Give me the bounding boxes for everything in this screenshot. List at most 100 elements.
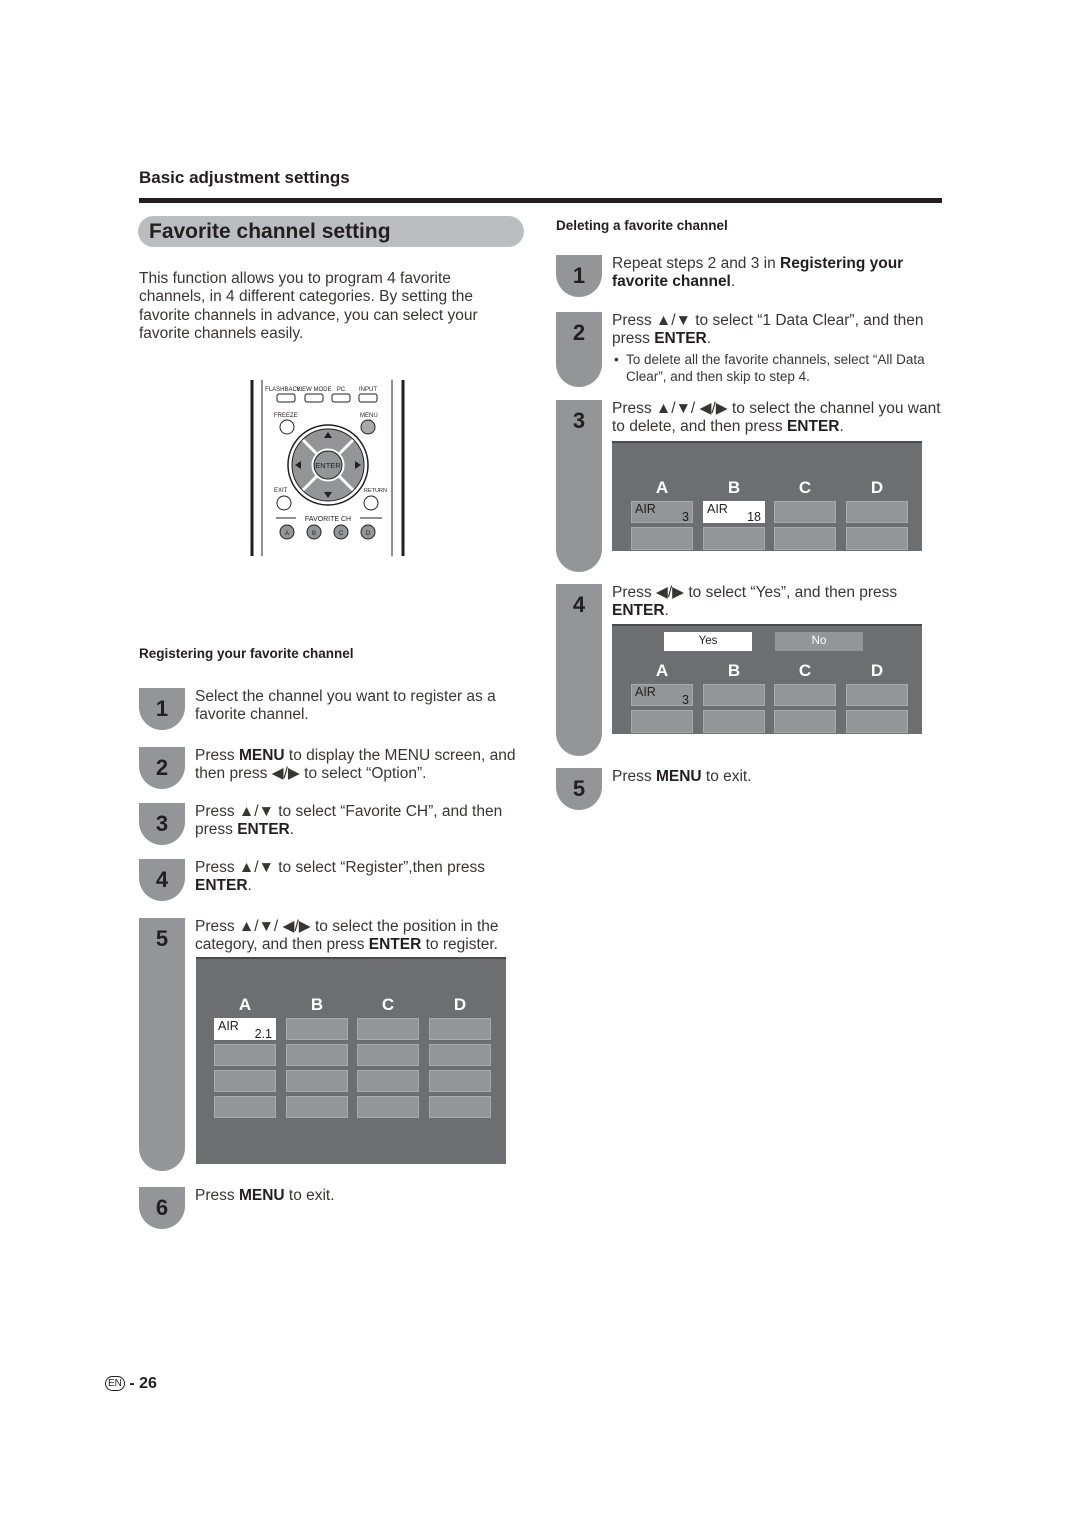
column-a: A xyxy=(238,995,252,1014)
channel-cell[interactable] xyxy=(357,1044,419,1066)
channel-cell[interactable] xyxy=(774,710,836,733)
column-d: D xyxy=(870,478,884,497)
pc-button xyxy=(331,393,351,403)
step-text: Press ▲/▼/ ◀/▶ to select the position in… xyxy=(195,918,499,954)
channel-cell[interactable] xyxy=(703,710,765,733)
no-button[interactable]: No xyxy=(775,632,863,651)
bold-term: Registering your favorite channel xyxy=(612,255,904,291)
bold-term: MENU xyxy=(238,1187,285,1204)
step-number: 5 xyxy=(139,918,185,1171)
top-buttons: FLASHBACK VIEW MODE PC INPUT xyxy=(265,387,378,403)
flashback-button xyxy=(276,393,296,403)
step-number: 4 xyxy=(556,584,602,756)
channel-cell[interactable] xyxy=(774,501,836,523)
column-b: B xyxy=(727,661,741,680)
step-text: Press ▲/▼/ ◀/▶ to select the channel you… xyxy=(612,400,941,436)
delete-confirm-screen: Yes No A B C D AIR 3 xyxy=(612,624,922,734)
return-button xyxy=(363,495,379,511)
channel-cell[interactable] xyxy=(214,1096,276,1118)
bold-term: ENTER xyxy=(612,602,665,620)
column-d: D xyxy=(453,995,467,1014)
channel-cell[interactable] xyxy=(846,527,908,550)
enter-label: ENTER xyxy=(315,461,341,470)
viewmode-button xyxy=(304,393,324,403)
pc-label: PC xyxy=(337,387,346,393)
channel-cell[interactable] xyxy=(846,501,908,523)
deleting-heading: Deleting a favorite channel xyxy=(556,218,728,233)
channel-cell[interactable] xyxy=(846,684,908,706)
registering-heading: Registering your favorite channel xyxy=(139,646,354,661)
exit-button xyxy=(276,495,292,511)
step-number: 3 xyxy=(556,400,602,572)
register-screen: A B C D AIR 2.1 xyxy=(196,957,506,1164)
channel-cell[interactable] xyxy=(286,1070,348,1092)
channel-cell[interactable] xyxy=(631,710,693,733)
channel-cell[interactable] xyxy=(631,527,693,550)
step-text: Press ▲/▼ to select “Register”,then pres… xyxy=(195,859,485,895)
column-c: C xyxy=(798,478,812,497)
exit-label: EXIT xyxy=(274,488,288,494)
step-number: 4 xyxy=(139,859,185,901)
channel-cell-selected[interactable]: AIR 18 xyxy=(703,501,765,524)
bold-term: ENTER xyxy=(368,936,422,954)
step-text: Press ◀/▶ to select “Yes”, and then pres… xyxy=(612,584,898,620)
column-a: A xyxy=(655,661,669,680)
channel-cell[interactable] xyxy=(703,684,765,706)
bold-term: ENTER xyxy=(237,821,290,839)
step-text: Press MENU to exit. xyxy=(195,1187,335,1204)
input-button xyxy=(358,393,378,403)
flashback-label: FLASHBACK xyxy=(265,387,301,393)
return-label: RETURN xyxy=(364,488,387,494)
remote-control-illustration: FLASHBACK VIEW MODE PC INPUT FREEZE MENU… xyxy=(250,378,406,558)
channel-cell[interactable] xyxy=(214,1070,276,1092)
yes-button[interactable]: Yes xyxy=(664,632,752,651)
step-text: Select the channel you want to register … xyxy=(195,688,496,724)
footer-separator: - xyxy=(129,1375,135,1392)
page-title: Favorite channel setting xyxy=(138,216,524,247)
bold-term: ENTER xyxy=(654,330,707,348)
column-c: C xyxy=(381,995,395,1014)
section-header: Basic adjustment settings xyxy=(139,168,350,187)
channel-cell[interactable] xyxy=(429,1044,491,1066)
svg-text:B: B xyxy=(312,531,316,537)
channel-cell-selected[interactable]: AIR 2.1 xyxy=(214,1018,276,1041)
bold-term: MENU xyxy=(655,768,702,785)
channel-cell[interactable] xyxy=(357,1070,419,1092)
step-number: 1 xyxy=(139,688,185,730)
step-number: 2 xyxy=(139,747,185,789)
channel-cell[interactable]: AIR 3 xyxy=(631,501,693,524)
channel-cell[interactable] xyxy=(286,1096,348,1118)
favorite-ch-label: FAVORITE CH xyxy=(305,516,351,523)
channel-cell[interactable] xyxy=(774,684,836,706)
step-number: 6 xyxy=(139,1187,185,1229)
bold-term: ENTER xyxy=(786,418,840,436)
channel-cell[interactable] xyxy=(429,1096,491,1118)
channel-cell[interactable] xyxy=(214,1044,276,1066)
channel-cell[interactable] xyxy=(286,1018,348,1040)
step-number: 2 xyxy=(556,312,602,387)
step-number: 1 xyxy=(556,255,602,297)
viewmode-label: VIEW MODE xyxy=(296,387,331,393)
step-number: 3 xyxy=(139,803,185,845)
step-number: 5 xyxy=(556,768,602,810)
menu-label: MENU xyxy=(360,413,378,419)
page-number: 26 xyxy=(139,1375,157,1392)
channel-cell[interactable] xyxy=(429,1070,491,1092)
channel-cell[interactable] xyxy=(774,527,836,550)
svg-text:C: C xyxy=(339,531,344,537)
channel-cell[interactable]: AIR 3 xyxy=(631,684,693,707)
freeze-button xyxy=(279,419,295,435)
channel-cell[interactable] xyxy=(286,1044,348,1066)
bold-term: MENU xyxy=(238,747,285,764)
header-rule xyxy=(139,198,942,203)
channel-cell[interactable] xyxy=(357,1018,419,1040)
channel-cell[interactable] xyxy=(429,1018,491,1040)
menu-button xyxy=(360,419,376,435)
channel-cell[interactable] xyxy=(703,527,765,550)
column-c: C xyxy=(798,661,812,680)
channel-cell[interactable] xyxy=(357,1096,419,1118)
column-a: A xyxy=(655,478,669,497)
channel-cell[interactable] xyxy=(846,710,908,733)
svg-text:D: D xyxy=(366,531,371,537)
step-text: Repeat steps 2 and 3 in Registering your… xyxy=(612,255,904,291)
